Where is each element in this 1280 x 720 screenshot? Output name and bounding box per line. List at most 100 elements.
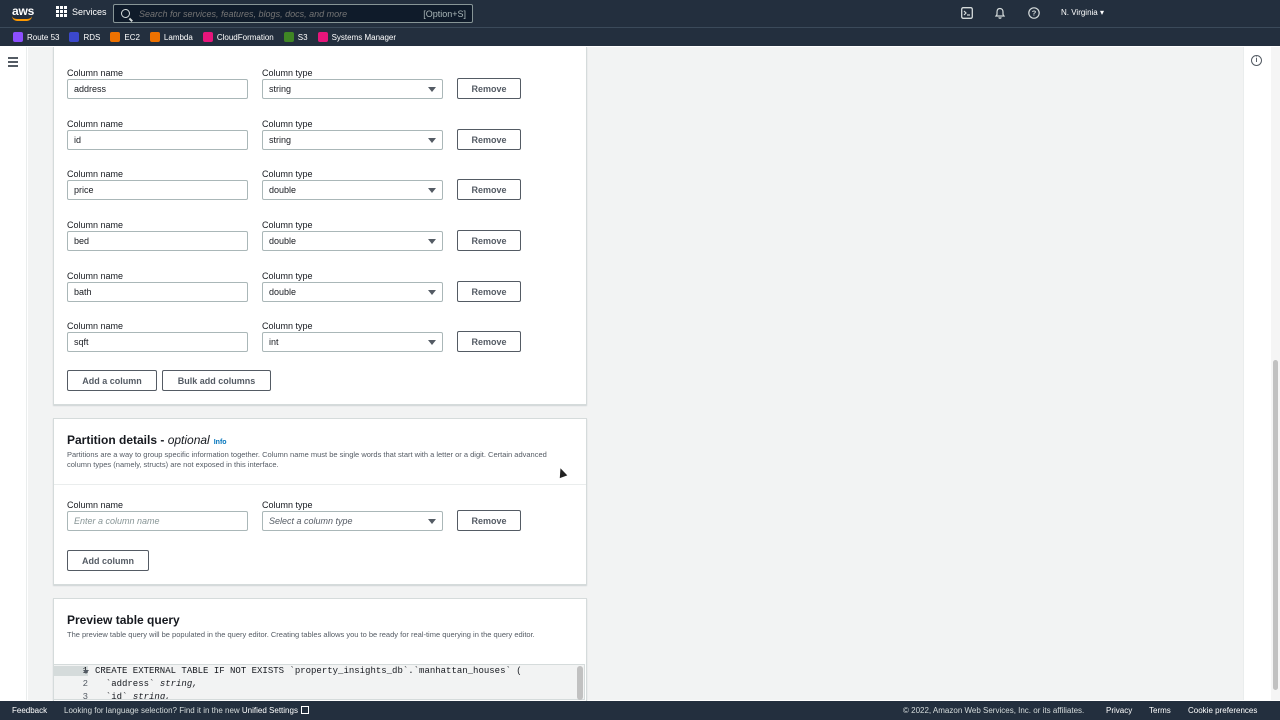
line-number: 3 bbox=[82, 692, 88, 700]
column-type-value: string bbox=[269, 135, 292, 145]
fold-arrow-icon[interactable] bbox=[83, 670, 89, 674]
partition-description: Partitions are a way to group specific i… bbox=[67, 450, 547, 469]
column-type-value: double bbox=[269, 236, 297, 246]
info-panel-icon[interactable]: i bbox=[1251, 55, 1262, 66]
column-type-value: int bbox=[269, 337, 279, 347]
caret-down-icon bbox=[428, 87, 436, 92]
favorite-ec2[interactable]: EC2 bbox=[110, 32, 140, 42]
language-text: Looking for language selection? Find it … bbox=[64, 706, 242, 715]
page-scrollbar[interactable] bbox=[1271, 47, 1280, 700]
console-footer: Feedback Looking for language selection?… bbox=[0, 701, 1280, 720]
column-type-select[interactable]: double bbox=[262, 231, 443, 251]
favorite-route53[interactable]: Route 53 bbox=[13, 32, 59, 42]
services-label: Services bbox=[72, 6, 107, 17]
remove-column-button[interactable]: Remove bbox=[457, 331, 521, 352]
column-name-input[interactable]: address bbox=[67, 79, 248, 99]
help-icon[interactable]: ? bbox=[1028, 7, 1040, 19]
remove-column-button[interactable]: Remove bbox=[457, 129, 521, 150]
column-name-input[interactable]: sqft bbox=[67, 332, 248, 352]
remove-column-button[interactable]: Remove bbox=[457, 281, 521, 302]
partition-column-name-input[interactable]: Enter a column name bbox=[67, 511, 248, 531]
column-type-label: Column type bbox=[262, 119, 313, 129]
remove-column-button[interactable]: Remove bbox=[457, 179, 521, 200]
search-input[interactable] bbox=[139, 8, 409, 19]
terms-link[interactable]: Terms bbox=[1149, 706, 1171, 715]
column-type-label: Column type bbox=[262, 169, 313, 179]
favorite-cloudformation[interactable]: CloudFormation bbox=[202, 32, 274, 42]
column-name-label: Column name bbox=[67, 220, 124, 230]
column-name-input[interactable]: id bbox=[67, 130, 248, 150]
column-type-select[interactable]: double bbox=[262, 282, 443, 302]
add-partition-column-button[interactable]: Add column bbox=[67, 550, 149, 571]
favorite-label: EC2 bbox=[124, 32, 140, 42]
column-type-select[interactable]: double bbox=[262, 180, 443, 200]
region-selector[interactable]: N. Virginia ▾ bbox=[1061, 8, 1104, 17]
column-name-input[interactable]: bath bbox=[67, 282, 248, 302]
remove-column-button[interactable]: Remove bbox=[457, 230, 521, 251]
search-box[interactable]: [Option+S] bbox=[113, 4, 473, 23]
services-menu-button[interactable]: Services bbox=[56, 6, 107, 17]
partition-details-title: Partition details - optional Info bbox=[67, 433, 227, 447]
left-navigation-rail bbox=[0, 47, 27, 700]
favorite-systems-manager[interactable]: Systems Manager bbox=[317, 32, 397, 42]
bell-icon[interactable] bbox=[994, 7, 1006, 19]
column-type-select[interactable]: string bbox=[262, 130, 443, 150]
partition-title-text: Partition details - bbox=[67, 433, 168, 447]
unified-settings-link[interactable]: Unified Settings bbox=[242, 706, 298, 715]
column-type-select[interactable]: string bbox=[262, 79, 443, 99]
route53-icon bbox=[13, 32, 23, 42]
search-icon bbox=[121, 9, 130, 18]
add-a-column-button[interactable]: Add a column bbox=[67, 370, 157, 391]
privacy-link[interactable]: Privacy bbox=[1106, 706, 1132, 715]
favorite-label: Systems Manager bbox=[331, 32, 397, 42]
favorite-label: CloudFormation bbox=[216, 32, 274, 42]
bulk-add-columns-button[interactable]: Bulk add columns bbox=[162, 370, 271, 391]
editor-scrollbar[interactable] bbox=[577, 666, 583, 700]
column-type-select[interactable]: int bbox=[262, 332, 443, 352]
rds-icon bbox=[69, 32, 80, 42]
query-code-editor[interactable]: 1 CREATE EXTERNAL TABLE IF NOT EXISTS `p… bbox=[53, 664, 585, 700]
code-line: 2 `address` string, bbox=[54, 679, 584, 692]
column-name-label: Column name bbox=[67, 119, 124, 129]
column-name-label: Column name bbox=[67, 68, 124, 78]
favorite-rds[interactable]: RDS bbox=[69, 32, 100, 42]
feedback-link[interactable]: Feedback bbox=[12, 706, 47, 715]
column-row: Column name Column type bath double Remo… bbox=[67, 271, 537, 321]
cloudshell-icon[interactable] bbox=[961, 7, 973, 19]
remove-partition-button[interactable]: Remove bbox=[457, 510, 521, 531]
column-type-placeholder: Select a column type bbox=[269, 516, 353, 526]
code-column: `address` bbox=[95, 679, 155, 689]
partition-column-row: Column name Column type Enter a column n… bbox=[67, 500, 537, 550]
language-notice: Looking for language selection? Find it … bbox=[64, 706, 309, 715]
column-name-label: Column name bbox=[67, 271, 124, 281]
scrollbar-thumb[interactable] bbox=[1273, 360, 1278, 690]
column-type-value: double bbox=[269, 287, 297, 297]
ec2-icon bbox=[110, 32, 121, 42]
caret-down-icon bbox=[428, 519, 436, 524]
code-text: `id` string, bbox=[95, 692, 171, 700]
search-shortcut: [Option+S] bbox=[423, 9, 466, 19]
column-name-input[interactable]: bed bbox=[67, 231, 248, 251]
s3-icon bbox=[283, 32, 294, 42]
caret-down-icon bbox=[428, 340, 436, 345]
hamburger-menu-icon[interactable] bbox=[8, 57, 18, 69]
aws-logo[interactable]: aws bbox=[12, 4, 34, 22]
partition-info-link[interactable]: Info bbox=[214, 439, 227, 446]
column-type-label: Column type bbox=[262, 68, 313, 78]
column-name-input[interactable]: price bbox=[67, 180, 248, 200]
favorite-s3[interactable]: S3 bbox=[283, 32, 308, 42]
cloudformation-icon bbox=[202, 32, 213, 42]
code-text: CREATE EXTERNAL TABLE IF NOT EXISTS `pro… bbox=[95, 666, 522, 676]
systems-manager-icon bbox=[317, 32, 328, 42]
caret-down-icon bbox=[428, 290, 436, 295]
code-column: `id` bbox=[95, 692, 128, 700]
partition-column-type-select[interactable]: Select a column type bbox=[262, 511, 443, 531]
column-row: Column name Column type address string R… bbox=[67, 68, 537, 118]
favorite-lambda[interactable]: Lambda bbox=[149, 32, 193, 42]
column-row: Column name Column type sqft int Remove bbox=[67, 321, 537, 371]
cookie-preferences-link[interactable]: Cookie preferences bbox=[1188, 706, 1257, 715]
code-type: string, bbox=[132, 692, 171, 700]
column-name-label: Column name bbox=[67, 321, 124, 331]
top-navigation: aws Services [Option+S] ? N. Virginia ▾ bbox=[0, 0, 1280, 27]
remove-column-button[interactable]: Remove bbox=[457, 78, 521, 99]
